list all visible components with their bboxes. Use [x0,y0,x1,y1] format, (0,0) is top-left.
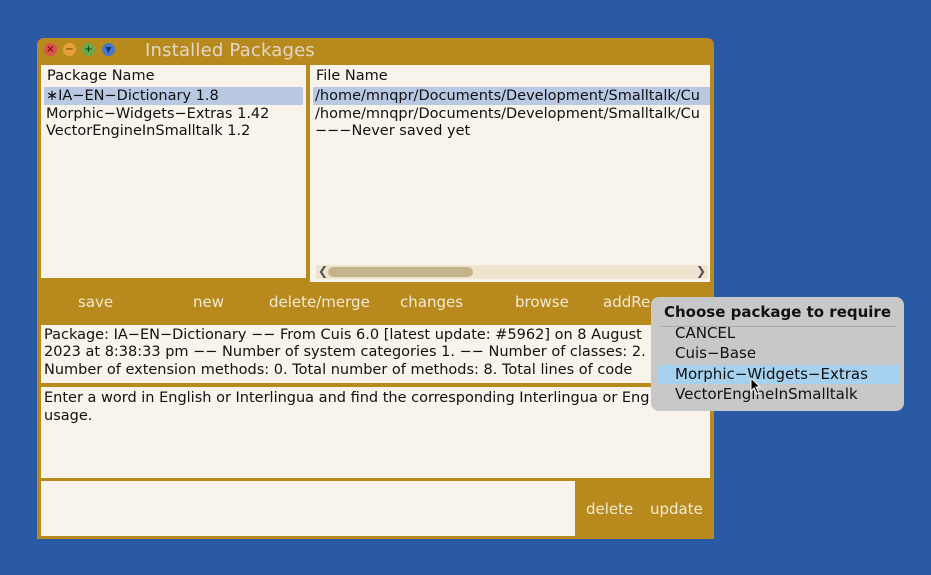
popup-item-vectorengine[interactable]: VectorEngineInSmalltalk [657,385,900,404]
requirements-list[interactable] [41,481,575,536]
horizontal-scrollbar[interactable]: ❮ ❯ [316,264,708,279]
popup-item-cancel[interactable]: CANCEL [657,324,900,343]
scroll-right-icon[interactable]: ❯ [696,264,706,278]
mouse-cursor-icon [750,377,762,395]
save-button[interactable]: save [78,282,113,322]
title-bar[interactable]: × − + ▼ Installed Packages [37,38,714,63]
package-row[interactable]: Morphic−Widgets−Extras 1.42 [44,105,269,123]
info-line: Package: IA−EN−Dictionary −− From Cuis 6… [44,327,642,343]
file-list[interactable]: File Name /home/mnqpr/Documents/Developm… [310,65,710,282]
package-info-pane[interactable]: Package: IA−EN−Dictionary −− From Cuis 6… [41,325,710,383]
update-requirement-button[interactable]: update [650,489,703,529]
file-path: −−−Never saved yet [315,123,471,139]
browse-button[interactable]: browse [515,282,569,322]
scrollbar-thumb[interactable] [328,267,473,277]
description-line: Enter a word in English or Interlingua a… [44,390,650,406]
file-path: /home/mnqpr/Documents/Development/Smallt… [315,88,700,104]
delete-merge-button[interactable]: delete/merge [269,282,370,322]
choose-package-popup: Choose package to require CANCEL Cuis−Ba… [651,297,904,411]
description-line: usage. [44,408,93,424]
package-name: ∗IA−EN−Dictionary 1.8 [46,88,219,104]
popup-item-morphic-widgets-extras[interactable]: Morphic−Widgets−Extras [657,365,900,384]
info-line: 2023 at 8:38:33 pm −− Number of system c… [44,344,646,360]
menu-icon[interactable]: ▼ [102,43,115,56]
changes-button[interactable]: changes [400,282,463,322]
info-line: Number of extension methods: 0. Total nu… [44,362,633,378]
scroll-left-icon[interactable]: ❮ [318,264,328,278]
minimize-icon[interactable]: − [63,43,76,56]
window-title: Installed Packages [145,40,315,61]
file-row-selected[interactable]: /home/mnqpr/Documents/Development/Smallt… [313,87,710,105]
package-name: Morphic−Widgets−Extras 1.42 [46,106,270,122]
delete-requirement-button[interactable]: delete [586,489,633,529]
package-name-header: Package Name [47,68,155,84]
new-button[interactable]: new [193,282,224,322]
close-icon[interactable]: × [44,43,57,56]
maximize-icon[interactable]: + [82,43,95,56]
file-row[interactable]: −−−Never saved yet [313,122,470,140]
toolbar: save new delete/merge changes browse add… [37,282,714,322]
file-path: /home/mnqpr/Documents/Development/Smallt… [315,106,700,122]
popup-title: Choose package to require [664,303,891,321]
file-name-header: File Name [316,68,388,84]
file-row[interactable]: /home/mnqpr/Documents/Development/Smallt… [313,105,700,123]
package-row-selected[interactable]: ∗IA−EN−Dictionary 1.8 [44,87,303,105]
package-list[interactable]: Package Name ∗IA−EN−Dictionary 1.8 Morph… [41,65,306,278]
add-requirement-button[interactable]: addRe [603,282,650,322]
installed-packages-window: × − + ▼ Installed Packages Package Name … [37,38,714,539]
package-row[interactable]: VectorEngineInSmalltalk 1.2 [44,122,250,140]
popup-item-cuis-base[interactable]: Cuis−Base [657,344,900,363]
package-name: VectorEngineInSmalltalk 1.2 [46,123,251,139]
description-pane[interactable]: Enter a word in English or Interlingua a… [41,387,710,478]
